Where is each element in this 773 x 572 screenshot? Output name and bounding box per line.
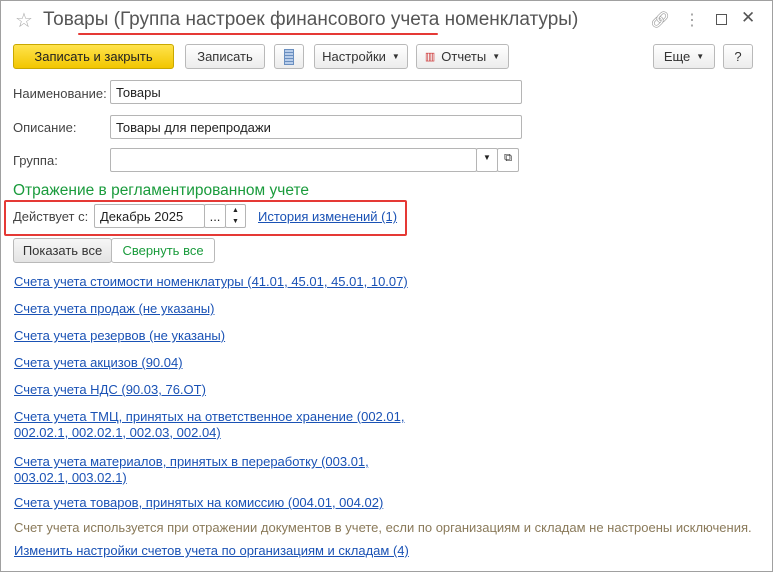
show-all-label: Показать все	[22, 243, 103, 258]
chevron-down-icon: ▼	[391, 52, 400, 61]
more-actions-icon[interactable]: ⋮	[684, 10, 700, 30]
window-title: Товары (Группа настроек финансового учет…	[43, 9, 579, 30]
save-label: Записать	[197, 49, 253, 64]
period-spinner[interactable]: ▲ ▼	[225, 204, 246, 228]
name-label: Наименование:	[13, 86, 107, 101]
chevron-down-icon: ▼	[696, 52, 705, 61]
select-period-button[interactable]: ...	[204, 204, 226, 228]
settings-button[interactable]: Настройки ▼	[314, 44, 408, 69]
group-open-icon[interactable]: ⧉	[497, 148, 519, 172]
account-link-custody-cont[interactable]: 002.02.1, 002.02.1, 002.03, 002.04)	[14, 425, 221, 441]
note-text: Счет учета используется при отражении до…	[14, 520, 752, 535]
title-highlight-underline	[78, 33, 438, 35]
reports-label: Отчеты	[441, 49, 487, 64]
settings-label: Настройки	[322, 49, 386, 64]
close-icon[interactable]: ✕	[741, 8, 755, 28]
help-label: ?	[734, 49, 742, 64]
account-link-reserves[interactable]: Счета учета резервов (не указаны)	[14, 328, 225, 344]
group-input[interactable]	[110, 148, 477, 172]
more-button[interactable]: Еще ▼	[653, 44, 715, 69]
account-link-vat[interactable]: Счета учета НДС (90.03, 76.ОТ)	[14, 382, 206, 398]
account-link-processing[interactable]: Счета учета материалов, принятых в перер…	[14, 454, 369, 470]
account-link-sales[interactable]: Счета учета продаж (не указаны)	[14, 301, 214, 317]
favorite-star-icon[interactable]: ☆	[15, 8, 33, 33]
show-all-button[interactable]: Показать все	[13, 238, 112, 263]
effective-from-input[interactable]: Декабрь 2025	[94, 204, 205, 228]
more-label: Еще	[663, 49, 691, 64]
help-button[interactable]: ?	[723, 44, 753, 69]
account-link-commission[interactable]: Счета учета товаров, принятых на комисси…	[14, 495, 383, 511]
section-heading: Отражение в регламентированном учете	[13, 182, 309, 199]
history-link[interactable]: История изменений (1)	[258, 209, 397, 224]
list-icon	[284, 48, 294, 65]
link-icon[interactable]: 🔗︎	[650, 10, 670, 30]
account-link-custody[interactable]: Счета учета ТМЦ, принятых на ответственн…	[14, 409, 404, 425]
maximize-icon[interactable]	[716, 14, 727, 25]
description-input[interactable]: Товары для перепродажи	[110, 115, 522, 139]
save-and-close-button[interactable]: Записать и закрыть	[13, 44, 174, 69]
account-link-cost[interactable]: Счета учета стоимости номенклатуры (41.0…	[14, 274, 408, 290]
effective-from-label: Действует с:	[13, 209, 89, 224]
collapse-all-label: Свернуть все	[122, 243, 204, 258]
report-icon: ▥	[424, 51, 436, 63]
collapse-all-button[interactable]: Свернуть все	[111, 238, 215, 263]
save-button[interactable]: Записать	[185, 44, 265, 69]
account-link-processing-cont[interactable]: 003.02.1, 003.02.1)	[14, 470, 127, 486]
description-label: Описание:	[13, 120, 77, 135]
account-link-excise[interactable]: Счета учета акцизов (90.04)	[14, 355, 183, 371]
group-label: Группа:	[13, 153, 58, 168]
reports-button[interactable]: ▥ Отчеты ▼	[416, 44, 509, 69]
change-settings-link[interactable]: Изменить настройки счетов учета по орган…	[14, 543, 409, 559]
name-input[interactable]: Товары	[110, 80, 522, 104]
chevron-down-icon: ▼	[492, 52, 501, 61]
save-and-close-label: Записать и закрыть	[34, 49, 153, 64]
document-list-button[interactable]	[274, 44, 304, 69]
group-dropdown-button[interactable]: ▼	[476, 148, 498, 172]
